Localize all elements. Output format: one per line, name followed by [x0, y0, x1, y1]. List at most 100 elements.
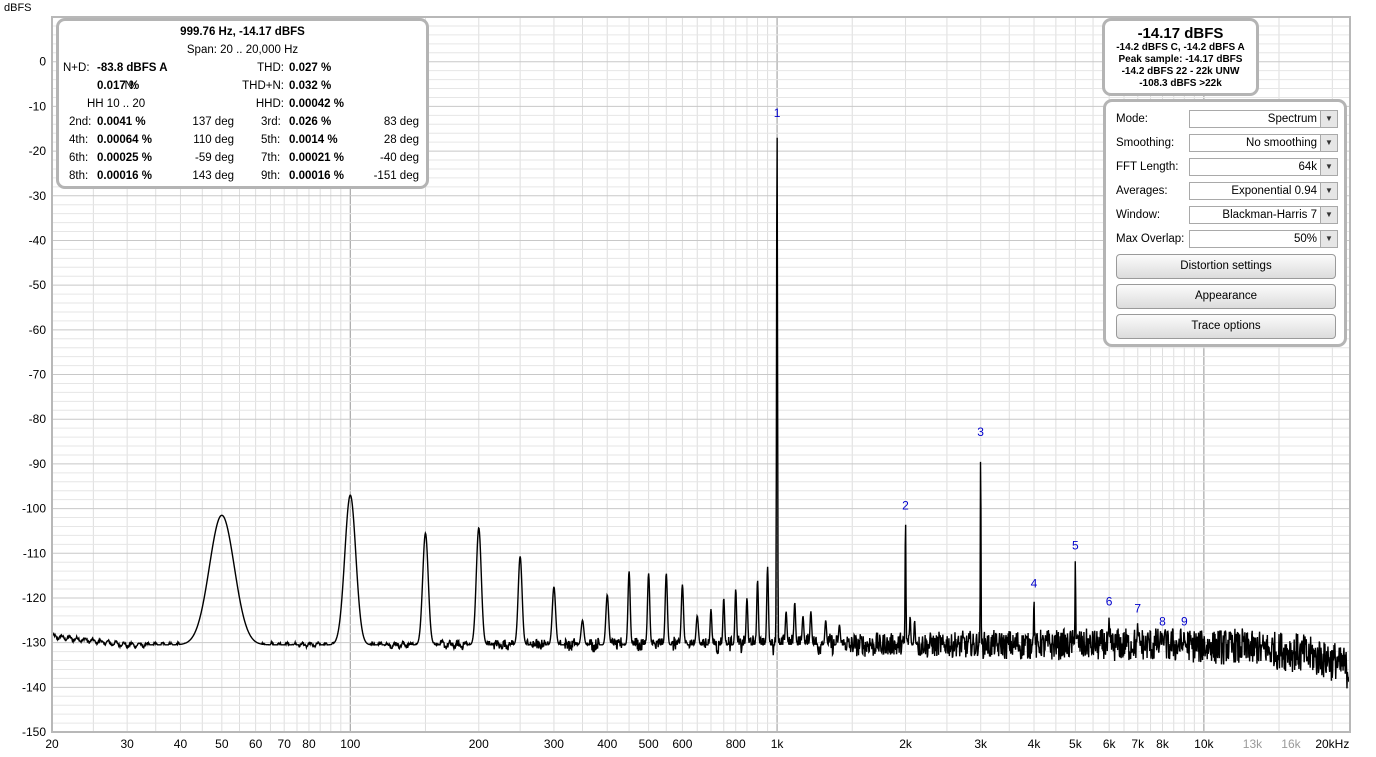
harmonic-row: 4th: 0.00064 % 110 deg 5th: 0.0014 % 28 deg [59, 131, 426, 149]
harmonic-value: 0.026 % [289, 116, 332, 128]
x-tick-label: 1k [771, 737, 785, 751]
x-axis-ticks: 20 30 40 50 60 70 80 100 200 300 400 500 600 800 1k 2k 3… [45, 737, 1349, 751]
thdn-value: 0.032 % [289, 80, 332, 92]
hhd-label: HHD: [255, 98, 284, 110]
y-tick-label: -70 [29, 368, 47, 382]
harmonic-row: 6th: 0.00025 % -59 deg 7th: 0.00021 % -40 deg [59, 149, 426, 167]
y-axis-label: dBFS [4, 2, 32, 14]
hhd-value: 0.00042 % [289, 98, 344, 110]
x-tick-label: 60 [249, 737, 263, 751]
harmonic-marker-label: 5 [1072, 539, 1079, 553]
harmonic-phase: 110 deg [193, 134, 234, 146]
averages-select[interactable]: Exponential 0.94 ▼ [1189, 182, 1338, 200]
smoothing-row: Smoothing: No smoothing ▼ [1116, 134, 1342, 154]
x-tick-label: 16k [1281, 737, 1301, 751]
y-tick-label: -60 [29, 323, 47, 337]
x-tick-label: 600 [672, 737, 692, 751]
harmonic-phase: 143 deg [192, 170, 234, 182]
controls-panel: Mode: Spectrum ▼ Smoothing: No smoothing ▼… [1103, 99, 1347, 347]
x-tick-label: 7k [1131, 737, 1145, 751]
x-tick-label: 20 [45, 737, 59, 751]
window-row: Window: Blackman-Harris 7 ▼ [1116, 206, 1342, 226]
window-select[interactable]: Blackman-Harris 7 ▼ [1189, 206, 1338, 224]
fft-length-select[interactable]: 64k ▼ [1189, 158, 1338, 176]
level-line: -14.2 dBFS 22 - 22k UNW [1121, 66, 1240, 77]
x-tick-label: 3k [974, 737, 988, 751]
harmonic-value: 0.0041 % [97, 116, 146, 128]
chevron-down-icon: ▼ [1320, 135, 1337, 151]
harmonic-row: 2nd: 0.0041 % 137 deg 3rd: 0.026 % 83 deg [59, 113, 426, 131]
harmonic-value: 0.00025 % [97, 152, 152, 164]
x-tick-label: 2k [899, 737, 913, 751]
distortion-settings-button[interactable]: Distortion settings [1116, 254, 1336, 279]
thdn-label: THD+N: [242, 80, 284, 92]
chevron-down-icon: ▼ [1320, 183, 1337, 199]
y-tick-label: -80 [29, 412, 47, 426]
averages-label: Averages: [1116, 185, 1168, 197]
x-tick-label: 13k [1243, 737, 1263, 751]
level-panel: -14.17 dBFS -14.2 dBFS C, -14.2 dBFS A P… [1102, 18, 1259, 96]
window-label: Window: [1116, 209, 1161, 221]
span-readout: Span: 20 .. 20,000 Hz [186, 44, 299, 56]
harmonic-marker-label: 2 [902, 499, 909, 513]
n-value: 0.017 % [97, 80, 140, 92]
x-tick-label: 8k [1156, 737, 1170, 751]
y-tick-label: -40 [29, 233, 47, 247]
smoothing-select[interactable]: No smoothing ▼ [1189, 134, 1338, 152]
harmonic-value: 0.00021 % [289, 152, 344, 164]
y-tick-label: -20 [29, 144, 47, 158]
y-tick-label: -90 [29, 457, 47, 471]
max-overlap-select[interactable]: 50% ▼ [1189, 230, 1338, 248]
x-tick-label: 100 [340, 737, 360, 751]
distortion-stats-panel: 999.76 Hz, -14.17 dBFS Span: 20 .. 20,00… [56, 18, 429, 189]
x-tick-label: 300 [544, 737, 564, 751]
trace-options-button[interactable]: Trace options [1116, 314, 1336, 339]
x-tick-label: 400 [597, 737, 617, 751]
y-tick-label: -140 [22, 680, 46, 694]
fft-length-label: FFT Length: [1116, 161, 1179, 173]
harmonic-phase: -40 deg [379, 152, 419, 164]
harmonic-marker-label: 1 [774, 106, 781, 120]
harmonic-marker-label: 3 [977, 425, 984, 439]
harmonic-marker-label: 7 [1134, 601, 1141, 615]
hh-label: HH 10 .. 20 [87, 98, 146, 110]
level-line: Peak sample: -14.17 dBFS [1118, 54, 1243, 65]
harmonic-phase: 137 deg [192, 116, 234, 128]
harmonic-value: 0.00016 % [97, 170, 152, 182]
nd-label: N+D: [63, 62, 90, 74]
x-tick-label: 4k [1028, 737, 1042, 751]
x-tick-label: 6k [1103, 737, 1117, 751]
fft-length-value: 64k [1298, 161, 1317, 173]
thd-label: THD: [257, 62, 284, 74]
harmonic-order-label: 8th: [69, 170, 89, 182]
harmonic-order-label: 2nd: [69, 116, 92, 128]
harmonic-marker-label: 6 [1106, 595, 1113, 609]
harmonic-order-label: 4th: [69, 134, 89, 146]
harmonic-phase: -151 deg [373, 170, 419, 182]
y-tick-label: -50 [29, 278, 47, 292]
mode-label: Mode: [1116, 113, 1148, 125]
harmonic-phase: -59 deg [194, 152, 234, 164]
mode-select[interactable]: Spectrum ▼ [1189, 110, 1338, 128]
level-line: -14.2 dBFS C, -14.2 dBFS A [1116, 42, 1245, 53]
averages-row: Averages: Exponential 0.94 ▼ [1116, 182, 1342, 202]
chevron-down-icon: ▼ [1320, 231, 1337, 247]
thd-value: 0.027 % [289, 62, 332, 74]
x-tick-label: 30 [120, 737, 134, 751]
appearance-button[interactable]: Appearance [1116, 284, 1336, 309]
x-tick-label: 40 [174, 737, 188, 751]
chevron-down-icon: ▼ [1320, 111, 1337, 127]
harmonic-marker-label: 9 [1181, 615, 1188, 629]
x-tick-label: 500 [639, 737, 659, 751]
max-overlap-label: Max Overlap: [1116, 233, 1185, 245]
mode-row: Mode: Spectrum ▼ [1116, 110, 1342, 130]
nd-value: -83.8 dBFS A [97, 62, 168, 74]
max-overlap-value: 50% [1293, 233, 1317, 245]
chevron-down-icon: ▼ [1320, 159, 1337, 175]
harmonic-order-label: 9th: [261, 170, 281, 182]
harmonic-value: 0.00016 % [289, 170, 344, 182]
harmonic-order-label: 6th: [69, 152, 89, 164]
harmonic-marker-label: 4 [1031, 577, 1038, 591]
x-tick-label: 80 [302, 737, 316, 751]
harmonic-value: 0.00064 % [97, 134, 152, 146]
